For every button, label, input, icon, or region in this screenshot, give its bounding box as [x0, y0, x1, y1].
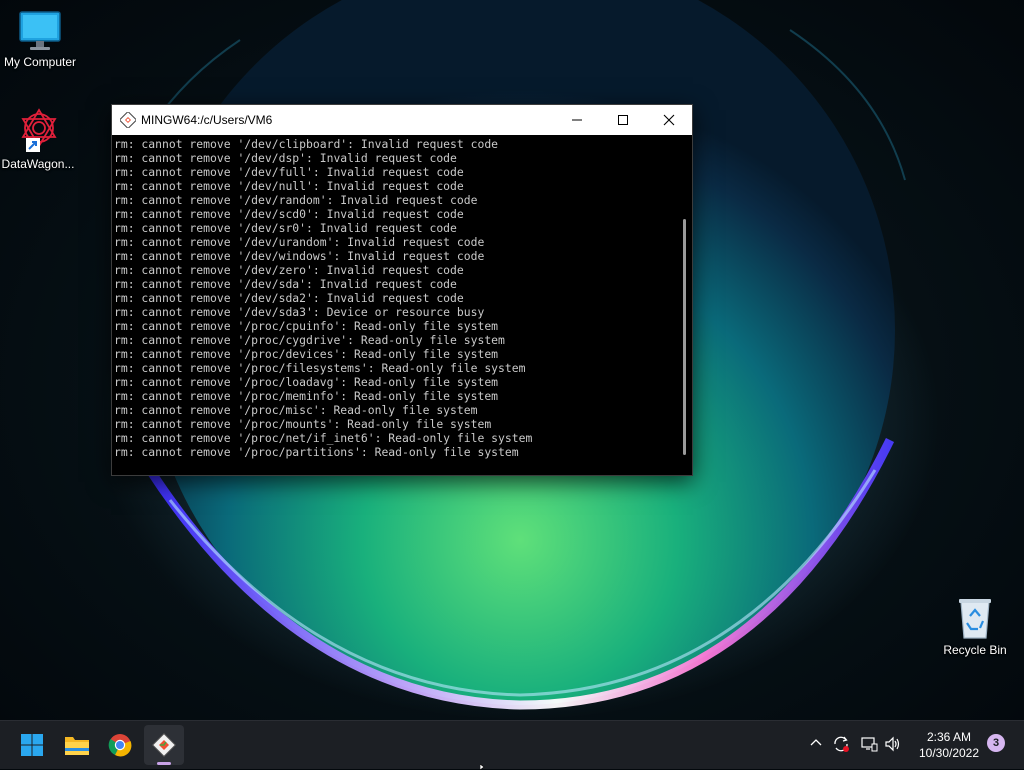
git-bash-icon — [152, 733, 176, 757]
desktop-icon-label: DataWagon... — [1, 157, 75, 171]
terminal-line: rm: cannot remove '/proc/mounts': Read-o… — [114, 417, 492, 431]
desktop-icon-label: Recycle Bin — [943, 643, 1007, 657]
close-button[interactable] — [646, 105, 692, 135]
sync-icon[interactable] — [832, 735, 850, 753]
git-bash-icon — [120, 112, 136, 128]
active-app-indicator — [157, 762, 171, 765]
taskbar: 2:36 AM 10/30/2022 — [0, 720, 1024, 769]
terminal-line: rm: cannot remove '/proc/filesystems': R… — [114, 361, 526, 375]
terminal-line: rm: cannot remove '/proc/misc': Read-onl… — [114, 403, 478, 417]
window-titlebar[interactable]: MINGW64:/c/Users/VM6 — [112, 105, 692, 135]
desktop-icon-my-computer[interactable]: My Computer — [0, 10, 80, 69]
datawagon-shortcut-icon — [21, 108, 57, 152]
terminal-line: rm: cannot remove '/proc/devices': Read-… — [114, 347, 499, 361]
terminal-line: rm: cannot remove '/dev/sda': Invalid re… — [114, 277, 457, 291]
terminal-line: rm: cannot remove '/dev/sr0': Invalid re… — [114, 221, 457, 235]
taskbar-git-bash[interactable] — [144, 725, 184, 765]
desktop-icon-recycle-bin[interactable]: Recycle Bin — [935, 596, 1015, 657]
terminal-line: rm: cannot remove '/dev/scd0': Invalid r… — [114, 207, 464, 221]
terminal-line: rm: cannot remove '/dev/null': Invalid r… — [114, 179, 464, 193]
terminal-line: rm: cannot remove '/proc/net/if_inet6': … — [114, 431, 533, 445]
terminal-output[interactable]: rm: cannot remove '/dev/clipboard': Inva… — [112, 135, 674, 475]
system-clock[interactable]: 2:36 AM 10/30/2022 — [912, 729, 986, 761]
file-explorer-icon — [65, 737, 89, 755]
chevron-up-icon[interactable] — [808, 735, 824, 751]
network-icon[interactable] — [860, 735, 878, 753]
terminal-line: rm: cannot remove '/dev/zero': Invalid r… — [114, 263, 464, 277]
terminal-line: rm: cannot remove '/dev/random': Invalid… — [114, 193, 478, 207]
start-button[interactable] — [12, 725, 52, 765]
minimize-icon — [572, 119, 582, 121]
notification-badge[interactable]: 3 — [987, 734, 1005, 752]
terminal-line: rm: cannot remove '/proc/cpuinfo': Read-… — [114, 319, 499, 333]
terminal-line: rm: cannot remove '/dev/urandom': Invali… — [114, 235, 485, 249]
terminal-line: rm: cannot remove '/dev/dsp': Invalid re… — [114, 151, 457, 165]
recycle-bin-icon — [959, 599, 991, 639]
terminal-line: rm: cannot remove '/dev/full': Invalid r… — [114, 165, 464, 179]
terminal-line: rm: cannot remove '/dev/sda2': Invalid r… — [114, 291, 464, 305]
taskbar-chrome[interactable] — [100, 725, 140, 765]
scrollbar-thumb[interactable] — [683, 219, 686, 455]
maximize-button[interactable] — [600, 105, 646, 135]
monitor-icon — [19, 11, 61, 50]
clock-date: 10/30/2022 — [918, 746, 980, 760]
terminal-scrollbar[interactable] — [678, 135, 692, 475]
terminal-line: rm: cannot remove '/proc/cygdrive': Read… — [114, 333, 505, 347]
close-icon — [663, 114, 675, 126]
terminal-line: rm: cannot remove '/proc/meminfo': Read-… — [114, 389, 499, 403]
window-title: MINGW64:/c/Users/VM6 — [141, 113, 273, 127]
maximize-icon — [618, 115, 628, 125]
git-bash-window[interactable]: MINGW64:/c/Users/VM6 rm: cannot remove '… — [111, 104, 693, 476]
volume-icon[interactable] — [884, 735, 902, 753]
clock-time: 2:36 AM — [926, 730, 972, 744]
terminal-line: rm: cannot remove '/proc/loadavg': Read-… — [114, 375, 499, 389]
terminal-line: rm: cannot remove '/dev/sda3': Device or… — [114, 305, 485, 319]
minimize-button[interactable] — [554, 105, 600, 135]
terminal-line: rm: cannot remove '/dev/clipboard': Inva… — [114, 137, 499, 151]
windows-start-icon — [21, 734, 43, 756]
mouse-cursor-icon — [480, 764, 485, 770]
desktop-icon-datawagon[interactable]: DataWagon... — [0, 104, 78, 171]
chrome-icon — [108, 734, 132, 757]
taskbar-file-explorer[interactable] — [56, 725, 96, 765]
desktop-icon-label: My Computer — [3, 55, 77, 69]
terminal-line: rm: cannot remove '/proc/partitions': Re… — [114, 445, 519, 459]
terminal-line: rm: cannot remove '/dev/windows': Invali… — [114, 249, 485, 263]
